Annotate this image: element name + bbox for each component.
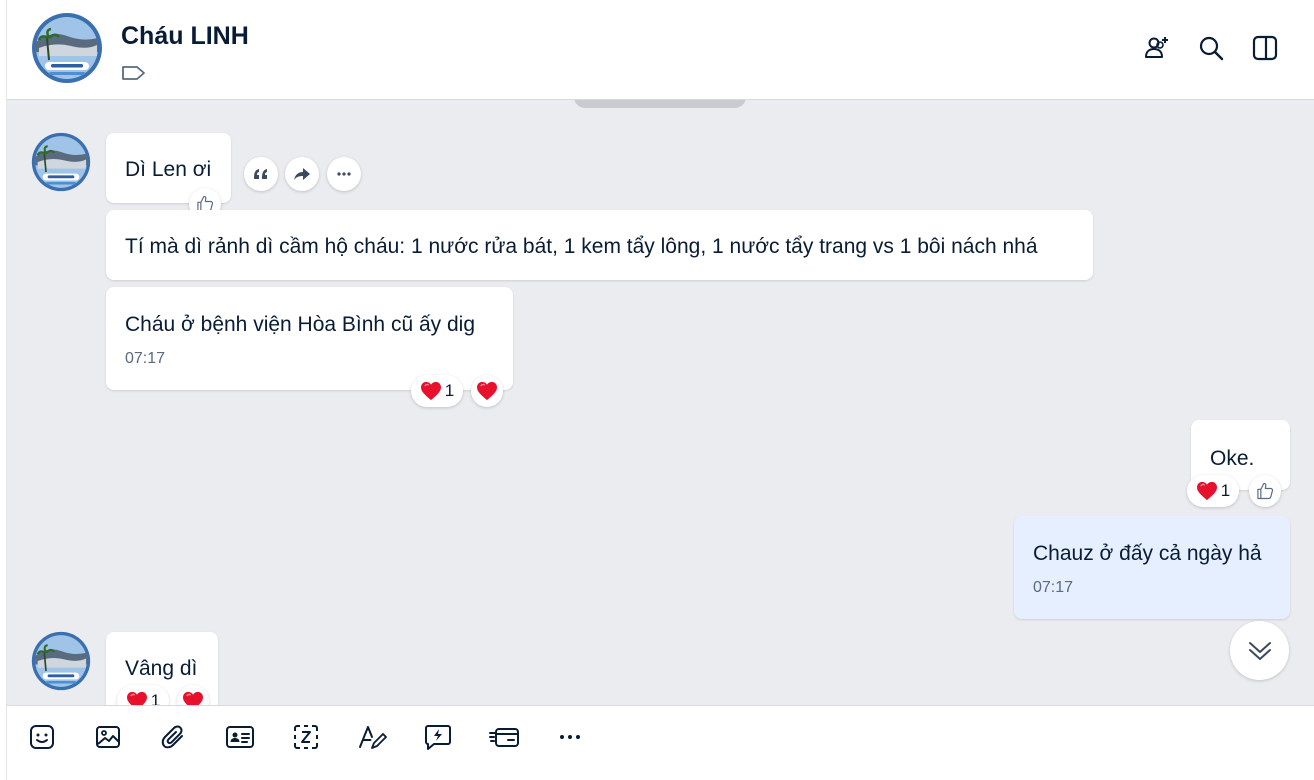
heart-react-button[interactable] — [471, 375, 503, 407]
search-icon[interactable] — [1195, 32, 1227, 64]
message-bubble[interactable]: Tí mà dì rảnh dì cầm hộ cháu: 1 nước rửa… — [106, 210, 1093, 280]
message-text: Cháu ở bệnh viện Hòa Bình cũ ấy dig — [125, 313, 475, 336]
quick-message-icon[interactable] — [421, 720, 455, 754]
tag-icon[interactable] — [121, 63, 147, 83]
avatar[interactable] — [31, 631, 91, 691]
composer-toolbar — [7, 705, 1314, 769]
heart-icon — [420, 381, 442, 401]
thumbs-up-icon[interactable] — [1249, 475, 1281, 507]
avatar[interactable] — [31, 12, 103, 84]
window-edge — [0, 0, 7, 780]
reaction-summary[interactable]: 1 — [117, 685, 169, 705]
double-chevron-down-icon — [1248, 641, 1271, 660]
reaction-summary[interactable]: 1 — [1187, 475, 1239, 507]
chat-header: Cháu LINH — [7, 0, 1314, 100]
conversation-title[interactable]: Cháu LINH — [121, 22, 249, 51]
quote-icon[interactable] — [244, 157, 278, 191]
reaction-summary[interactable]: 1 — [411, 375, 463, 407]
contact-card-icon[interactable] — [223, 720, 257, 754]
more-icon[interactable] — [553, 720, 587, 754]
sticker-icon[interactable] — [25, 720, 59, 754]
scroll-to-bottom-button[interactable] — [1230, 621, 1289, 680]
reaction-count: 1 — [444, 381, 455, 400]
heart-icon — [1196, 481, 1218, 501]
sidebar-toggle-icon[interactable] — [1249, 32, 1281, 64]
message-text: Vâng dì — [125, 657, 198, 680]
attachment-icon[interactable] — [157, 720, 191, 754]
message-list[interactable]: Dì Len ơi Tí mà dì rảnh dì cầm hộ cháu: … — [7, 100, 1314, 705]
message-text: Oke. — [1210, 447, 1255, 470]
add-member-icon[interactable] — [1141, 32, 1173, 64]
image-icon[interactable] — [91, 720, 125, 754]
heart-icon — [126, 691, 148, 705]
avatar[interactable] — [31, 132, 91, 192]
message-bubble[interactable]: Cháu ở bệnh viện Hòa Bình cũ ấy dig 07:1… — [106, 287, 513, 390]
reaction-count: 1 — [150, 691, 161, 705]
screenshot-icon[interactable] — [289, 720, 323, 754]
text-format-icon[interactable] — [355, 720, 389, 754]
message-bubble[interactable]: Chauz ở đấy cả ngày hả 07:17 — [1014, 516, 1290, 619]
message-text: Tí mà dì rảnh dì cầm hộ cháu: 1 nước rửa… — [125, 235, 1038, 258]
message-text: Dì Len ơi — [125, 158, 212, 181]
message-text: Chauz ở đấy cả ngày hả — [1033, 542, 1262, 565]
more-icon[interactable] — [327, 157, 361, 191]
message-time: 07:17 — [125, 350, 166, 367]
payment-card-icon[interactable] — [487, 720, 521, 754]
forward-icon[interactable] — [285, 157, 319, 191]
date-divider — [574, 100, 746, 108]
composer-input-area[interactable] — [7, 768, 1314, 780]
message-time: 07:17 — [1033, 579, 1074, 596]
reaction-count: 1 — [1220, 481, 1231, 500]
